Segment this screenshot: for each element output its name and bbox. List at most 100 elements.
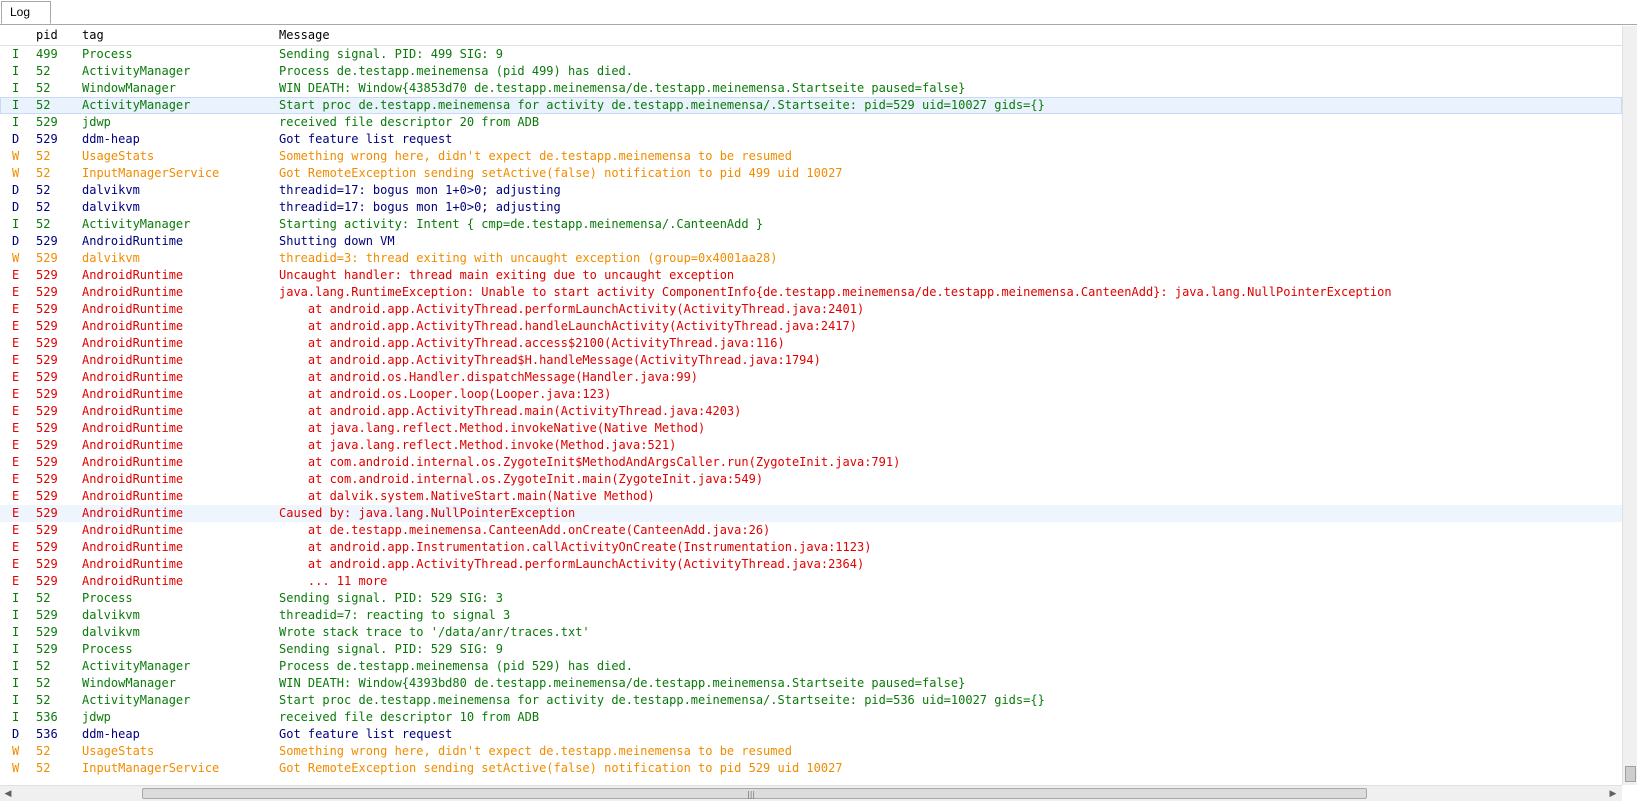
log-message: received file descriptor 10 from ADB (279, 710, 540, 724)
table-row[interactable]: E 529 AndroidRuntime Uncaught handler: thre… (0, 267, 1622, 284)
log-level: E (12, 404, 20, 418)
table-row[interactable]: I 52 ActivityManager Process de.testapp.mei… (0, 63, 1622, 80)
log-tag: AndroidRuntime (82, 489, 184, 503)
table-row[interactable]: E 529 AndroidRuntime at android.app.Activi… (0, 318, 1622, 335)
column-header-pid[interactable]: pid (36, 28, 58, 42)
log-message: threadid=7: reacting to signal 3 (279, 608, 511, 622)
log-message: Got RemoteException sending setActive(fa… (279, 166, 843, 180)
log-tag: Process (82, 47, 133, 61)
log-pid: 529 (36, 319, 58, 333)
table-row[interactable]: I 529 dalvikvm threadid=7: reacting to sign… (0, 607, 1622, 624)
column-header-tag[interactable]: tag (82, 28, 104, 42)
log-tag: ActivityManager (82, 693, 191, 707)
log-table[interactable]: pid tag Message I 499 Process Sending signa… (0, 26, 1622, 785)
table-row[interactable]: D 529 AndroidRuntime Shutting down VM (0, 233, 1622, 250)
table-row[interactable]: I 52 Process Sending signal. PID: 529 SIG: … (0, 590, 1622, 607)
log-message: Process de.testapp.meinemensa (pid 529) … (279, 659, 634, 673)
log-level: I (12, 642, 20, 656)
log-level: D (12, 200, 20, 214)
log-level: I (12, 217, 20, 231)
table-row[interactable]: W 529 dalvikvm threadid=3: thread exiting w… (0, 250, 1622, 267)
table-row[interactable]: E 529 AndroidRuntime at android.app.Activi… (0, 403, 1622, 420)
table-row[interactable]: E 529 AndroidRuntime at java.lang.reflect.… (0, 420, 1622, 437)
log-level: W (12, 744, 20, 758)
table-row[interactable]: D 52 dalvikvm threadid=17: bogus mon 1+0>0;… (0, 199, 1622, 216)
log-pid: 529 (36, 370, 58, 384)
log-level: W (12, 761, 20, 775)
table-row[interactable]: E 529 AndroidRuntime at android.os.Looper.… (0, 386, 1622, 403)
log-message: at android.app.ActivityThread.access$210… (279, 336, 785, 350)
table-row[interactable]: I 52 ActivityManager Starting activity: Int… (0, 216, 1622, 233)
log-tag: ActivityManager (82, 64, 191, 78)
vertical-scroll-thumb[interactable] (1625, 766, 1636, 782)
vertical-scrollbar[interactable] (1622, 26, 1637, 785)
log-message: at java.lang.reflect.Method.invokeNative… (279, 421, 706, 435)
table-row[interactable]: E 529 AndroidRuntime at android.app.Instru… (0, 539, 1622, 556)
table-row[interactable]: E 529 AndroidRuntime at dalvik.system.Nati… (0, 488, 1622, 505)
table-row[interactable]: E 529 AndroidRuntime at com.android.intern… (0, 454, 1622, 471)
table-row[interactable]: E 529 AndroidRuntime at de.testapp.meineme… (0, 522, 1622, 539)
log-level: E (12, 302, 20, 316)
table-row[interactable]: D 529 ddm-heap Got feature list request (0, 131, 1622, 148)
log-pid: 529 (36, 625, 58, 639)
log-level: E (12, 285, 20, 299)
log-pid: 529 (36, 574, 58, 588)
log-message: Wrote stack trace to '/data/anr/traces.t… (279, 625, 590, 639)
tab-log[interactable]: Log (1, 1, 51, 24)
table-row[interactable]: E 529 AndroidRuntime at android.app.Activi… (0, 352, 1622, 369)
table-row[interactable]: E 529 AndroidRuntime at android.app.Activi… (0, 556, 1622, 573)
table-row[interactable]: W 52 InputManagerService Got RemoteExceptio… (0, 165, 1622, 182)
table-row[interactable]: W 52 InputManagerService Got RemoteExceptio… (0, 760, 1622, 777)
column-header-message[interactable]: Message (279, 28, 330, 42)
log-message: Got feature list request (279, 132, 453, 146)
log-message: at android.app.ActivityThread.main(Activ… (279, 404, 742, 418)
table-row[interactable]: E 529 AndroidRuntime java.lang.RuntimeExcep… (0, 284, 1622, 301)
log-tag: UsageStats (82, 744, 155, 758)
log-pid: 52 (36, 659, 51, 673)
log-pid: 536 (36, 727, 58, 741)
log-pid: 529 (36, 608, 58, 622)
table-row[interactable]: I 52 ActivityManager Start proc de.testapp.… (0, 692, 1622, 709)
table-row[interactable]: E 529 AndroidRuntime at android.os.Handler… (0, 369, 1622, 386)
table-row[interactable]: I 529 dalvikvm Wrote stack trace to '/data/… (0, 624, 1622, 641)
log-message: at android.app.ActivityThread.performLau… (279, 557, 865, 571)
table-row[interactable]: D 536 ddm-heap Got feature list request (0, 726, 1622, 743)
table-row[interactable]: W 52 UsageStats Something wrong here, didn'… (0, 743, 1622, 760)
log-level: E (12, 557, 20, 571)
horizontal-scroll-thumb[interactable]: ||| (142, 788, 1367, 799)
table-row[interactable]: E 529 AndroidRuntime ... 11 more (0, 573, 1622, 590)
table-row[interactable]: E 529 AndroidRuntime at android.app.Activi… (0, 301, 1622, 318)
table-row[interactable]: E 529 AndroidRuntime at java.lang.reflect.… (0, 437, 1622, 454)
log-pid: 529 (36, 489, 58, 503)
log-pid: 529 (36, 421, 58, 435)
scroll-left-icon[interactable]: ◀ (1, 787, 15, 800)
table-row[interactable]: I 529 Process Sending signal. PID: 529 SIG:… (0, 641, 1622, 658)
log-pid: 52 (36, 98, 51, 112)
log-pid: 529 (36, 438, 58, 452)
log-tag: dalvikvm (82, 608, 140, 622)
log-tag: InputManagerService (82, 761, 220, 775)
log-level: E (12, 353, 20, 367)
table-row[interactable]: I 499 Process Sending signal. PID: 499 SIG:… (0, 46, 1622, 63)
log-message: at java.lang.reflect.Method.invoke(Metho… (279, 438, 677, 452)
table-row[interactable]: D 52 dalvikvm threadid=17: bogus mon 1+0>0;… (0, 182, 1622, 199)
table-row[interactable]: I 52 WindowManager WIN DEATH: Window{4393bd… (0, 675, 1622, 692)
log-level: W (12, 149, 20, 163)
table-row[interactable]: W 52 UsageStats Something wrong here, didn'… (0, 148, 1622, 165)
table-row[interactable]: I 529 jdwp received file descriptor 20 from… (0, 114, 1622, 131)
table-row[interactable]: E 529 AndroidRuntime Caused by: java.lang.N… (0, 505, 1622, 522)
table-row[interactable]: I 536 jdwp received file descriptor 10 from… (0, 709, 1622, 726)
log-message: Got feature list request (279, 727, 453, 741)
log-level: E (12, 523, 20, 537)
log-tag: WindowManager (82, 81, 176, 95)
table-row[interactable]: I 52 ActivityManager Process de.testapp.mei… (0, 658, 1622, 675)
log-message: at android.os.Handler.dispatchMessage(Ha… (279, 370, 699, 384)
table-row[interactable]: E 529 AndroidRuntime at android.app.Activi… (0, 335, 1622, 352)
table-row[interactable]: I 52 ActivityManager Start proc de.testapp.… (0, 97, 1622, 114)
scroll-right-icon[interactable]: ▶ (1606, 787, 1620, 800)
log-tag: AndroidRuntime (82, 370, 184, 384)
horizontal-scrollbar[interactable]: ◀ ||| ▶ (0, 785, 1622, 801)
log-message: Sending signal. PID: 529 SIG: 3 (279, 591, 503, 605)
table-row[interactable]: E 529 AndroidRuntime at com.android.intern… (0, 471, 1622, 488)
table-row[interactable]: I 52 WindowManager WIN DEATH: Window{43853d… (0, 80, 1622, 97)
